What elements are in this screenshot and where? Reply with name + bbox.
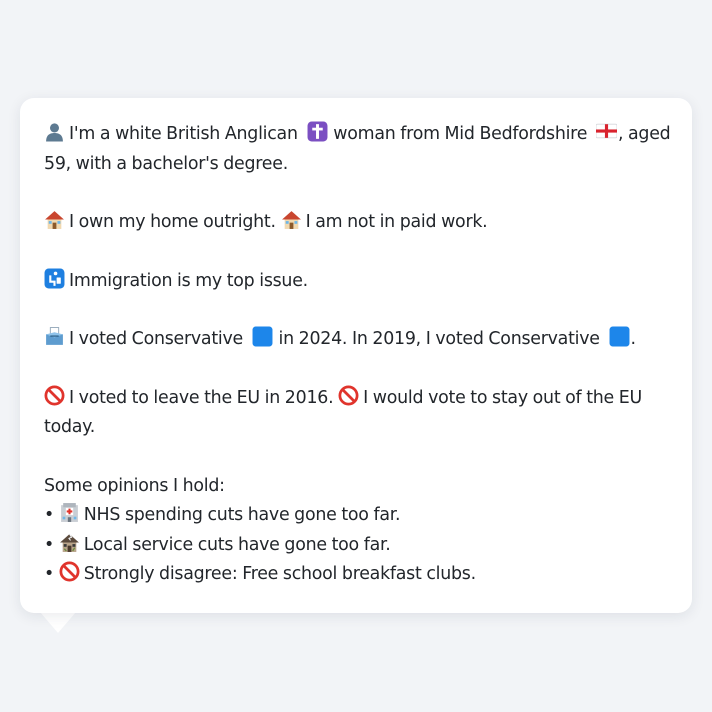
opinion-text: NHS spending cuts have gone too far. <box>83 505 401 525</box>
blue-square-icon <box>252 326 273 347</box>
bullet: • <box>44 564 55 584</box>
housing-paragraph: I own my home outright. I am not in paid… <box>44 208 668 238</box>
opinion-text: Strongly disagree: Free school breakfast… <box>83 564 476 584</box>
vote-end-text: . <box>630 329 637 349</box>
eu-paragraph: I voted to leave the EU in 2016. I would… <box>44 384 668 443</box>
blue-square-icon <box>609 326 630 347</box>
opinion-item: • Strongly disagree: Free school breakfa… <box>44 560 668 590</box>
identity-text: I'm a white British Anglican <box>69 124 298 144</box>
eu-today-text: I would vote to stay out of the EU <box>363 387 642 408</box>
vote-2019-text: in 2024. In 2019, I voted Conservative <box>278 329 600 349</box>
bullet: • <box>44 534 55 555</box>
opinion-text: Local service cuts have gone too far. <box>83 534 391 555</box>
identity-text-3: , aged <box>617 124 671 144</box>
eu-line-1: I voted to leave the EU in 2016. I would… <box>44 384 668 414</box>
identity-paragraph: I'm a white British Anglican woman from … <box>44 120 671 179</box>
hospital-icon <box>59 502 80 523</box>
passport-control-icon <box>44 268 65 289</box>
vote-paragraph: I voted Conservative in 2024. In 2019, I… <box>44 325 668 355</box>
england-flag-icon <box>595 120 617 141</box>
top-issue-text: Immigration is my top issue. <box>69 270 308 291</box>
identity-line-1: I'm a white British Anglican woman from … <box>44 120 671 150</box>
housing-owner-text: I own my home outright. <box>69 212 276 232</box>
ballot-box-icon <box>44 326 65 347</box>
issue-line: Immigration is my top issue. <box>44 267 668 297</box>
latin-cross-icon <box>307 121 328 142</box>
speech-bubble-tail <box>40 612 76 633</box>
opinions-heading: Some opinions I hold: <box>44 475 225 496</box>
bullet: • <box>44 505 55 525</box>
house-icon <box>44 209 65 230</box>
work-status-text: I am not in paid work. <box>305 212 488 232</box>
identity-text-2: woman from Mid Bedfordshire <box>333 124 588 144</box>
person-silhouette-icon <box>44 121 65 142</box>
opinion-item: • Local service cuts have gone too far. <box>44 531 668 561</box>
opinions-section: Some opinions I hold: • NHS spending cut… <box>44 472 668 590</box>
vote-2024-text: I voted Conservative <box>69 329 243 349</box>
eu-line-2: today. <box>44 417 95 437</box>
opinion-item: • NHS spending cuts have gone too far. <box>44 501 668 531</box>
vote-line: I voted Conservative in 2024. In 2019, I… <box>44 325 668 355</box>
prohibited-icon <box>338 385 359 406</box>
prohibited-icon <box>44 385 65 406</box>
issue-paragraph: Immigration is my top issue. <box>44 267 668 297</box>
eu-referendum-text: I voted to leave the EU in 2016. <box>69 387 334 408</box>
housing-line: I own my home outright. I am not in paid… <box>44 208 668 238</box>
identity-line-2: 59, with a bachelor's degree. <box>44 153 288 174</box>
derelict-house-icon <box>59 532 80 553</box>
prohibited-icon <box>59 561 80 582</box>
house-icon <box>281 209 302 230</box>
persona-speech-bubble: I'm a white British Anglican woman from … <box>20 98 692 613</box>
